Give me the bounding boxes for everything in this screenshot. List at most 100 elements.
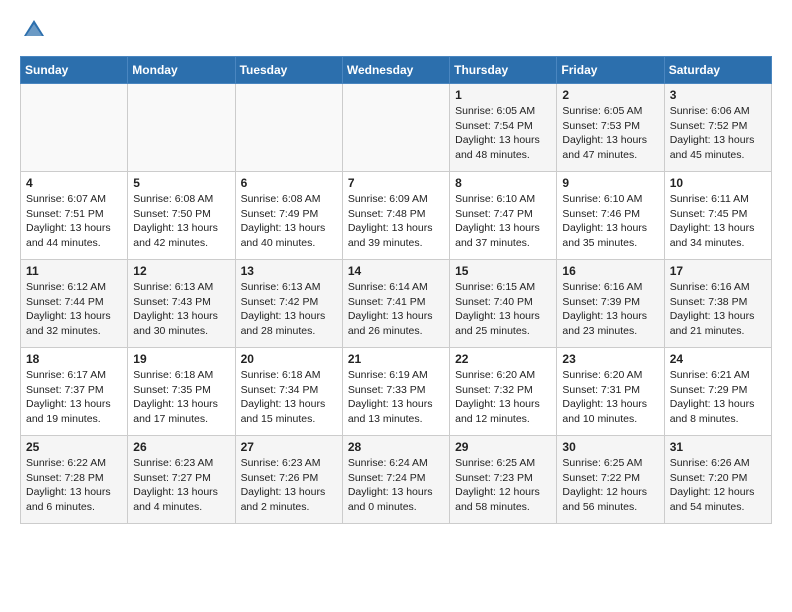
day-info-line: Daylight: 13 hours	[670, 309, 766, 324]
day-info-line: and 19 minutes.	[26, 412, 122, 427]
calendar-cell: 11Sunrise: 6:12 AMSunset: 7:44 PMDayligh…	[21, 260, 128, 348]
day-number: 23	[562, 352, 658, 366]
day-number: 5	[133, 176, 229, 190]
day-number: 9	[562, 176, 658, 190]
day-number: 28	[348, 440, 444, 454]
header	[20, 16, 772, 44]
day-number: 26	[133, 440, 229, 454]
day-info-line: Sunset: 7:27 PM	[133, 471, 229, 486]
day-info-line: and 47 minutes.	[562, 148, 658, 163]
calendar-cell	[128, 84, 235, 172]
day-info-line: and 15 minutes.	[241, 412, 337, 427]
day-number: 25	[26, 440, 122, 454]
day-info-line: Daylight: 13 hours	[241, 221, 337, 236]
weekday-header-tuesday: Tuesday	[235, 57, 342, 84]
calendar-cell: 21Sunrise: 6:19 AMSunset: 7:33 PMDayligh…	[342, 348, 449, 436]
day-info-line: Sunset: 7:53 PM	[562, 119, 658, 134]
day-info-line: Sunrise: 6:25 AM	[562, 456, 658, 471]
calendar-table: SundayMondayTuesdayWednesdayThursdayFrid…	[20, 56, 772, 524]
day-info-line: and 44 minutes.	[26, 236, 122, 251]
day-info-line: Daylight: 12 hours	[562, 485, 658, 500]
day-info-line: Daylight: 13 hours	[455, 397, 551, 412]
day-info-line: and 58 minutes.	[455, 500, 551, 515]
day-info-line: Sunset: 7:44 PM	[26, 295, 122, 310]
day-info-line: Sunset: 7:23 PM	[455, 471, 551, 486]
day-info-line: and 8 minutes.	[670, 412, 766, 427]
day-info-line: Sunrise: 6:25 AM	[455, 456, 551, 471]
day-info-line: and 54 minutes.	[670, 500, 766, 515]
calendar-cell: 2Sunrise: 6:05 AMSunset: 7:53 PMDaylight…	[557, 84, 664, 172]
day-info-line: Daylight: 13 hours	[241, 485, 337, 500]
day-info-line: Daylight: 13 hours	[26, 221, 122, 236]
day-number: 6	[241, 176, 337, 190]
day-info-line: Sunset: 7:51 PM	[26, 207, 122, 222]
day-number: 3	[670, 88, 766, 102]
day-info-line: Sunset: 7:43 PM	[133, 295, 229, 310]
calendar-cell	[235, 84, 342, 172]
calendar-cell: 3Sunrise: 6:06 AMSunset: 7:52 PMDaylight…	[664, 84, 771, 172]
day-info-line: and 12 minutes.	[455, 412, 551, 427]
calendar-cell: 16Sunrise: 6:16 AMSunset: 7:39 PMDayligh…	[557, 260, 664, 348]
day-info-line: Daylight: 13 hours	[670, 221, 766, 236]
calendar-cell: 25Sunrise: 6:22 AMSunset: 7:28 PMDayligh…	[21, 436, 128, 524]
day-info-line: Sunset: 7:40 PM	[455, 295, 551, 310]
day-number: 2	[562, 88, 658, 102]
day-number: 12	[133, 264, 229, 278]
day-info-line: Sunrise: 6:08 AM	[241, 192, 337, 207]
day-info-line: Daylight: 13 hours	[241, 309, 337, 324]
calendar-cell: 22Sunrise: 6:20 AMSunset: 7:32 PMDayligh…	[450, 348, 557, 436]
weekday-header-wednesday: Wednesday	[342, 57, 449, 84]
calendar-cell: 9Sunrise: 6:10 AMSunset: 7:46 PMDaylight…	[557, 172, 664, 260]
day-number: 22	[455, 352, 551, 366]
day-info-line: and 23 minutes.	[562, 324, 658, 339]
calendar-cell: 15Sunrise: 6:15 AMSunset: 7:40 PMDayligh…	[450, 260, 557, 348]
day-info-line: Daylight: 13 hours	[133, 309, 229, 324]
day-info-line: and 48 minutes.	[455, 148, 551, 163]
day-number: 15	[455, 264, 551, 278]
day-info-line: and 17 minutes.	[133, 412, 229, 427]
day-info-line: Sunrise: 6:13 AM	[241, 280, 337, 295]
day-info-line: and 25 minutes.	[455, 324, 551, 339]
day-info-line: Sunrise: 6:14 AM	[348, 280, 444, 295]
calendar-cell: 4Sunrise: 6:07 AMSunset: 7:51 PMDaylight…	[21, 172, 128, 260]
day-info-line: and 2 minutes.	[241, 500, 337, 515]
weekday-header-monday: Monday	[128, 57, 235, 84]
weekday-header-thursday: Thursday	[450, 57, 557, 84]
day-info-line: and 30 minutes.	[133, 324, 229, 339]
day-info-line: Sunset: 7:41 PM	[348, 295, 444, 310]
calendar-cell: 29Sunrise: 6:25 AMSunset: 7:23 PMDayligh…	[450, 436, 557, 524]
day-number: 17	[670, 264, 766, 278]
day-info-line: Sunrise: 6:20 AM	[562, 368, 658, 383]
day-info-line: Sunrise: 6:18 AM	[133, 368, 229, 383]
day-info-line: Daylight: 13 hours	[562, 309, 658, 324]
day-number: 16	[562, 264, 658, 278]
day-info-line: and 42 minutes.	[133, 236, 229, 251]
calendar-cell: 10Sunrise: 6:11 AMSunset: 7:45 PMDayligh…	[664, 172, 771, 260]
day-info-line: and 40 minutes.	[241, 236, 337, 251]
day-info-line: Sunset: 7:52 PM	[670, 119, 766, 134]
day-info-line: Sunset: 7:50 PM	[133, 207, 229, 222]
calendar-cell	[21, 84, 128, 172]
day-info-line: Sunrise: 6:08 AM	[133, 192, 229, 207]
day-info-line: Sunset: 7:35 PM	[133, 383, 229, 398]
day-info-line: Daylight: 13 hours	[133, 485, 229, 500]
calendar-cell: 7Sunrise: 6:09 AMSunset: 7:48 PMDaylight…	[342, 172, 449, 260]
day-info-line: Sunrise: 6:18 AM	[241, 368, 337, 383]
day-info-line: Daylight: 13 hours	[670, 397, 766, 412]
calendar-cell: 24Sunrise: 6:21 AMSunset: 7:29 PMDayligh…	[664, 348, 771, 436]
calendar-cell: 17Sunrise: 6:16 AMSunset: 7:38 PMDayligh…	[664, 260, 771, 348]
day-info-line: Daylight: 12 hours	[455, 485, 551, 500]
day-number: 24	[670, 352, 766, 366]
day-info-line: and 45 minutes.	[670, 148, 766, 163]
day-info-line: Daylight: 13 hours	[26, 397, 122, 412]
calendar-cell: 13Sunrise: 6:13 AMSunset: 7:42 PMDayligh…	[235, 260, 342, 348]
day-number: 31	[670, 440, 766, 454]
day-info-line: Sunrise: 6:20 AM	[455, 368, 551, 383]
day-info-line: and 10 minutes.	[562, 412, 658, 427]
calendar-cell: 28Sunrise: 6:24 AMSunset: 7:24 PMDayligh…	[342, 436, 449, 524]
day-info-line: Sunrise: 6:05 AM	[562, 104, 658, 119]
day-info-line: Sunset: 7:28 PM	[26, 471, 122, 486]
day-info-line: Sunset: 7:33 PM	[348, 383, 444, 398]
day-info-line: Sunrise: 6:10 AM	[455, 192, 551, 207]
day-number: 7	[348, 176, 444, 190]
